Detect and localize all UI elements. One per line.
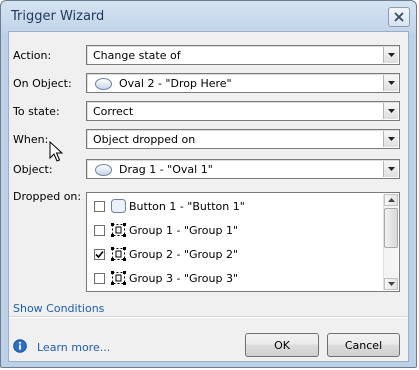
list-item[interactable]: Group 1 - "Group 1" <box>91 221 376 241</box>
when-value: Object dropped on <box>93 133 196 146</box>
chevron-down-icon <box>387 282 395 286</box>
list-item[interactable]: Button 1 - "Button 1" <box>91 197 376 217</box>
on-object-label: On Object: <box>13 77 72 90</box>
object-dropdown[interactable]: Drag 1 - "Oval 1" <box>86 159 400 179</box>
mouse-cursor-icon <box>49 141 63 162</box>
show-conditions-link[interactable]: Show Conditions <box>13 302 104 315</box>
checkbox[interactable] <box>94 249 105 260</box>
dropped-on-label: Dropped on: <box>13 190 82 203</box>
button-icon <box>111 199 126 213</box>
checkbox[interactable] <box>94 201 105 212</box>
separator <box>9 316 408 318</box>
object-value: Drag 1 - "Oval 1" <box>119 163 213 176</box>
chevron-down-icon[interactable] <box>383 47 398 63</box>
list-item-label: Group 2 - "Group 2" <box>129 248 239 261</box>
list-item[interactable]: Group 2 - "Group 2" <box>91 245 376 265</box>
list-item-label: Group 1 - "Group 1" <box>129 224 239 237</box>
close-icon <box>394 12 404 22</box>
action-value: Change state of <box>93 49 181 62</box>
vertical-scrollbar[interactable] <box>383 194 398 290</box>
when-dropdown[interactable]: Object dropped on <box>86 129 400 149</box>
close-button[interactable] <box>388 7 410 27</box>
chevron-down-icon[interactable] <box>383 103 398 119</box>
list-item[interactable]: Group 3 - "Group 3" <box>91 269 376 289</box>
checkbox[interactable] <box>94 225 105 236</box>
trigger-wizard-dialog: Trigger Wizard Action: Change state of O… <box>0 0 417 368</box>
learn-more-link[interactable]: Learn more... <box>37 341 110 354</box>
chevron-up-icon <box>387 198 395 202</box>
oval-icon <box>95 164 112 176</box>
group-icon <box>111 247 126 261</box>
group-icon <box>111 223 126 237</box>
oval-icon <box>95 78 112 90</box>
list-item-label: Group 3 - "Group 3" <box>129 272 239 285</box>
to-state-label: To state: <box>13 105 60 118</box>
to-state-value: Correct <box>93 105 134 118</box>
group-icon <box>111 271 126 285</box>
ok-button[interactable]: OK <box>245 333 319 357</box>
title-bar[interactable]: Trigger Wizard <box>1 1 416 31</box>
to-state-dropdown[interactable]: Correct <box>86 101 400 121</box>
list-item-label: Button 1 - "Button 1" <box>129 200 245 213</box>
cancel-button[interactable]: Cancel <box>327 333 400 357</box>
scroll-thumb[interactable] <box>384 208 398 248</box>
when-label: When: <box>13 133 49 146</box>
checkmark-icon <box>95 250 104 259</box>
chevron-down-icon[interactable] <box>383 75 398 91</box>
on-object-dropdown[interactable]: Oval 2 - "Drop Here" <box>86 73 400 93</box>
chevron-down-icon[interactable] <box>383 161 398 177</box>
scroll-down-button[interactable] <box>384 278 398 290</box>
action-dropdown[interactable]: Change state of <box>86 45 400 65</box>
chevron-down-icon[interactable] <box>383 131 398 147</box>
scroll-up-button[interactable] <box>384 194 398 206</box>
checkbox[interactable] <box>94 273 105 284</box>
info-icon <box>13 339 27 353</box>
object-label: Object: <box>13 163 53 176</box>
dialog-title: Trigger Wizard <box>11 9 105 24</box>
dropped-on-list[interactable]: Button 1 - "Button 1" Group 1 - "Group 1… <box>86 192 400 292</box>
dialog-content: Action: Change state of On Object: Oval … <box>8 31 409 362</box>
on-object-value: Oval 2 - "Drop Here" <box>119 77 232 90</box>
action-label: Action: <box>13 49 52 62</box>
